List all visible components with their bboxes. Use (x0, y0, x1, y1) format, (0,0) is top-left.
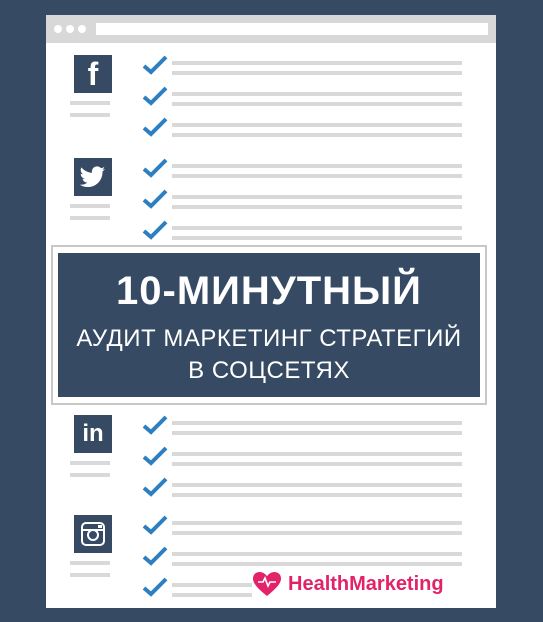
text-line (172, 61, 462, 65)
text-line (172, 92, 462, 96)
banner-subtitle-second-line: В СОЦСЕТЯХ (188, 357, 350, 384)
checkmark-icon (142, 415, 168, 435)
text-line (172, 483, 462, 487)
text-line (70, 461, 110, 465)
checkmark-icon (142, 577, 168, 597)
text-line (172, 531, 462, 535)
text-line (70, 561, 110, 565)
browser-window: f 10-МИНУТНЫЙ АУДИТ МАРКЕТИНГ СТРАТЕГИЙ … (46, 15, 496, 608)
checklist-item (142, 515, 472, 535)
text-line (172, 452, 462, 456)
twitter-icon (74, 158, 112, 196)
text-line (172, 123, 462, 127)
facebook-icon: f (74, 55, 112, 93)
text-line (172, 195, 462, 199)
text-line (172, 174, 462, 178)
text-line (172, 493, 462, 497)
checkmark-icon (142, 86, 168, 106)
checklist-item (142, 546, 472, 566)
text-line (172, 462, 462, 466)
text-line (172, 133, 462, 137)
text-line (70, 101, 110, 105)
window-dot-icon (66, 25, 74, 33)
text-line (172, 102, 462, 106)
checklist-item (142, 158, 472, 178)
text-line (70, 204, 110, 208)
checkmark-icon (142, 117, 168, 137)
checklist-item (142, 415, 472, 435)
text-line (172, 71, 462, 75)
banner-panel: 10-МИНУТНЫЙ АУДИТ МАРКЕТИНГ СТРАТЕГИЙ В … (58, 253, 480, 397)
text-line (172, 421, 462, 425)
checklist-item (142, 477, 472, 497)
checkmark-icon (142, 546, 168, 566)
checkmark-icon (142, 189, 168, 209)
banner-subtitle: АУДИТ МАРКЕТИНГ СТРАТЕГИЙ (76, 325, 462, 352)
checklist-item (142, 86, 472, 106)
checkmark-icon (142, 220, 168, 240)
checklist-item (142, 189, 472, 209)
title-banner: 10-МИНУТНЫЙ АУДИТ МАРКЕТИНГ СТРАТЕГИЙ В … (46, 245, 496, 415)
banner-title: 10-МИНУТНЫЙ (116, 269, 422, 313)
text-line (172, 552, 462, 556)
text-line (70, 113, 110, 117)
instagram-icon (74, 515, 112, 553)
text-line (172, 431, 462, 435)
text-line (172, 226, 462, 230)
brand-name: HealthMarketing (288, 572, 444, 595)
text-line (70, 216, 110, 220)
text-line (70, 573, 110, 577)
text-line (172, 521, 462, 525)
window-dot-icon (54, 25, 62, 33)
checkmark-icon (142, 477, 168, 497)
text-line (172, 164, 462, 168)
checkmark-icon (142, 158, 168, 178)
checklist-item (142, 55, 472, 75)
checklist-item (142, 446, 472, 466)
address-bar[interactable] (96, 23, 488, 35)
checkmark-icon (142, 446, 168, 466)
text-line (172, 583, 252, 587)
checkmark-icon (142, 55, 168, 75)
text-line (172, 205, 462, 209)
window-dot-icon (78, 25, 86, 33)
text-line (172, 562, 462, 566)
text-line (172, 593, 252, 597)
browser-titlebar (46, 15, 496, 43)
checklist-item (142, 117, 472, 137)
brand-logo: HealthMarketing (252, 571, 444, 597)
checkmark-icon (142, 515, 168, 535)
heart-icon (253, 572, 281, 596)
text-line (172, 236, 462, 240)
checklist-item (142, 220, 472, 240)
text-line (70, 473, 110, 477)
linkedin-icon: in (74, 415, 112, 453)
